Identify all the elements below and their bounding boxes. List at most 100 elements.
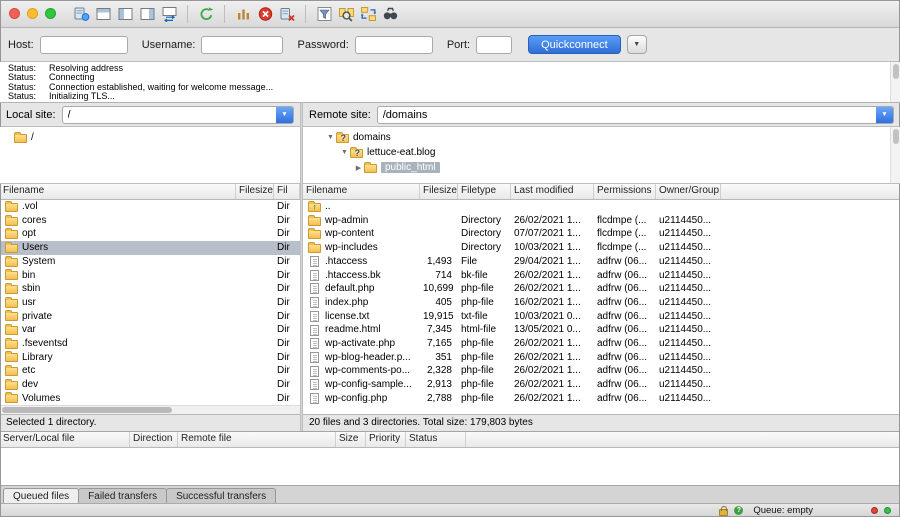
filename-text: Users	[22, 241, 48, 255]
remote-column-header[interactable]: Filesize	[420, 184, 458, 199]
local-site-label: Local site:	[6, 109, 56, 121]
local-file-row[interactable]: privateDir	[0, 310, 300, 324]
local-file-row[interactable]: VolumesDir	[0, 392, 300, 405]
remote-file-row[interactable]: wp-config-sample...2,913php-file26/02/20…	[303, 378, 900, 392]
local-file-row[interactable]: binDir	[0, 268, 300, 282]
queue-column-header[interactable]: Direction	[130, 432, 178, 447]
tree-expand-arrow[interactable]: ▼	[339, 149, 350, 156]
filetype-cell: Dir	[274, 310, 300, 324]
cancel-icon[interactable]	[254, 3, 276, 24]
queue-column-header[interactable]: Remote file	[178, 432, 336, 447]
synchronized-browsing-icon[interactable]	[357, 3, 379, 24]
owner-group-cell: u2114450...	[656, 227, 721, 241]
remote-file-row[interactable]: index.php405php-file16/02/2021 1...adfrw…	[303, 296, 900, 310]
local-file-row[interactable]: usrDir	[0, 296, 300, 310]
tree-item-label: domains	[353, 132, 391, 143]
process-queue-icon[interactable]	[232, 3, 254, 24]
local-file-row[interactable]: etcDir	[0, 364, 300, 378]
filter-icon[interactable]	[313, 3, 335, 24]
remote-column-header[interactable]: Filename	[303, 184, 420, 199]
local-column-header[interactable]: Fil	[274, 184, 300, 199]
remote-file-row[interactable]: license.txt19,915txt-file10/03/2021 0...…	[303, 310, 900, 324]
local-column-header[interactable]: Filename	[0, 184, 236, 199]
remote-site-dropdown-button[interactable]: ▼	[876, 107, 893, 123]
toggle-local-tree-icon[interactable]	[114, 3, 136, 24]
remote-column-header[interactable]: Last modified	[511, 184, 594, 199]
local-column-header[interactable]: Filesize	[236, 184, 274, 199]
log-scrollbar-thumb[interactable]	[893, 64, 899, 79]
local-file-row[interactable]: varDir	[0, 323, 300, 337]
queue-column-header[interactable]: Server/Local file	[0, 432, 130, 447]
disconnect-icon[interactable]	[276, 3, 298, 24]
local-file-row[interactable]: SystemDir	[0, 255, 300, 269]
host-input[interactable]	[40, 36, 128, 54]
refresh-icon[interactable]	[195, 3, 217, 24]
remote-file-row[interactable]: default.php10,699php-file26/02/2021 1...…	[303, 282, 900, 296]
remote-tree-scrollbar-thumb[interactable]	[893, 129, 899, 144]
remote-column-header[interactable]: Permissions	[594, 184, 656, 199]
remote-file-row[interactable]: wp-config.php2,788php-file26/02/2021 1..…	[303, 392, 900, 406]
password-input[interactable]	[355, 36, 433, 54]
local-file-row[interactable]: devDir	[0, 378, 300, 392]
last-modified-cell: 26/02/2021 1...	[511, 392, 594, 406]
site-manager-icon[interactable]	[70, 3, 92, 24]
remote-file-row[interactable]: wp-contentDirectory07/07/2021 1...flcdmp…	[303, 227, 900, 241]
toggle-remote-tree-icon[interactable]	[136, 3, 158, 24]
remote-file-row[interactable]: wp-includesDirectory10/03/2021 1...flcdm…	[303, 241, 900, 255]
zoom-button[interactable]	[45, 8, 56, 19]
remote-file-row[interactable]: .htaccess1,493File29/04/2021 1...adfrw (…	[303, 255, 900, 269]
local-file-row[interactable]: optDir	[0, 227, 300, 241]
local-site-dropdown-button[interactable]: ▼	[276, 107, 293, 123]
queue-column-header[interactable]: Priority	[366, 432, 406, 447]
remote-column-header[interactable]: Filetype	[458, 184, 511, 199]
folder-up-icon	[308, 203, 321, 212]
remote-file-row[interactable]: .htaccess.bk714bk-file26/02/2021 1...adf…	[303, 268, 900, 282]
log-entries: Status:Resolving addressStatus:Connectin…	[0, 64, 900, 101]
local-file-row[interactable]: LibraryDir	[0, 351, 300, 365]
toggle-log-icon[interactable]	[92, 3, 114, 24]
quickconnect-button[interactable]: Quickconnect	[528, 35, 621, 54]
filename-cell: wp-content	[303, 227, 420, 241]
lock-icon[interactable]	[719, 509, 728, 516]
toggle-transfer-queue-icon[interactable]	[158, 3, 180, 24]
tab-failed-transfers[interactable]: Failed transfers	[78, 488, 167, 503]
filetype-cell: Directory	[458, 241, 511, 255]
remote-file-row[interactable]: wp-comments-po...2,328php-file26/02/2021…	[303, 364, 900, 378]
username-input[interactable]	[201, 36, 283, 54]
local-directory-tree: /	[0, 127, 300, 184]
tree-expand-arrow[interactable]: ▼	[325, 134, 336, 141]
remote-tree-item[interactable]: ▶public_html	[303, 160, 900, 175]
filetype-cell: php-file	[458, 337, 511, 351]
local-file-row[interactable]: sbinDir	[0, 282, 300, 296]
last-modified-cell: 26/02/2021 1...	[511, 214, 594, 228]
remote-file-row[interactable]: ..	[303, 200, 900, 214]
remote-tree-item[interactable]: ▼ domains	[303, 130, 900, 145]
local-file-row[interactable]: coresDir	[0, 214, 300, 228]
local-scrollbar-thumb[interactable]	[2, 407, 172, 413]
local-file-row[interactable]: .volDir	[0, 200, 300, 214]
tree-item-label: lettuce-eat.blog	[367, 147, 435, 158]
remote-tree-item[interactable]: ▼ lettuce-eat.blog	[303, 145, 900, 160]
remote-file-row[interactable]: wp-adminDirectory26/02/2021 1...flcdmpe …	[303, 214, 900, 228]
remote-file-row[interactable]: readme.html7,345html-file13/05/2021 0...…	[303, 323, 900, 337]
remote-file-row[interactable]: wp-activate.php7,165php-file26/02/2021 1…	[303, 337, 900, 351]
tab-queued-files[interactable]: Queued files	[3, 488, 79, 503]
remote-site-input[interactable]	[377, 106, 894, 124]
remote-file-row[interactable]: wp-blog-header.p...351php-file26/02/2021…	[303, 351, 900, 365]
compare-directories-icon[interactable]	[335, 3, 357, 24]
queue-column-header[interactable]: Size	[336, 432, 366, 447]
find-files-icon[interactable]	[379, 3, 401, 24]
local-file-row[interactable]: UsersDir	[0, 241, 300, 255]
question-icon[interactable]: ?	[734, 506, 743, 515]
queue-column-header[interactable]: Status	[406, 432, 466, 447]
minimize-button[interactable]	[27, 8, 38, 19]
local-file-row[interactable]: .fseventsdDir	[0, 337, 300, 351]
tree-expand-arrow[interactable]: ▶	[353, 164, 364, 172]
tab-successful-transfers[interactable]: Successful transfers	[166, 488, 276, 503]
local-site-input[interactable]	[62, 106, 294, 124]
remote-column-header[interactable]: Owner/Group	[656, 184, 721, 199]
quickconnect-dropdown-button[interactable]: ▼	[627, 35, 647, 54]
close-button[interactable]	[9, 8, 20, 19]
port-input[interactable]	[476, 36, 512, 54]
local-tree-item[interactable]: /	[0, 130, 300, 145]
